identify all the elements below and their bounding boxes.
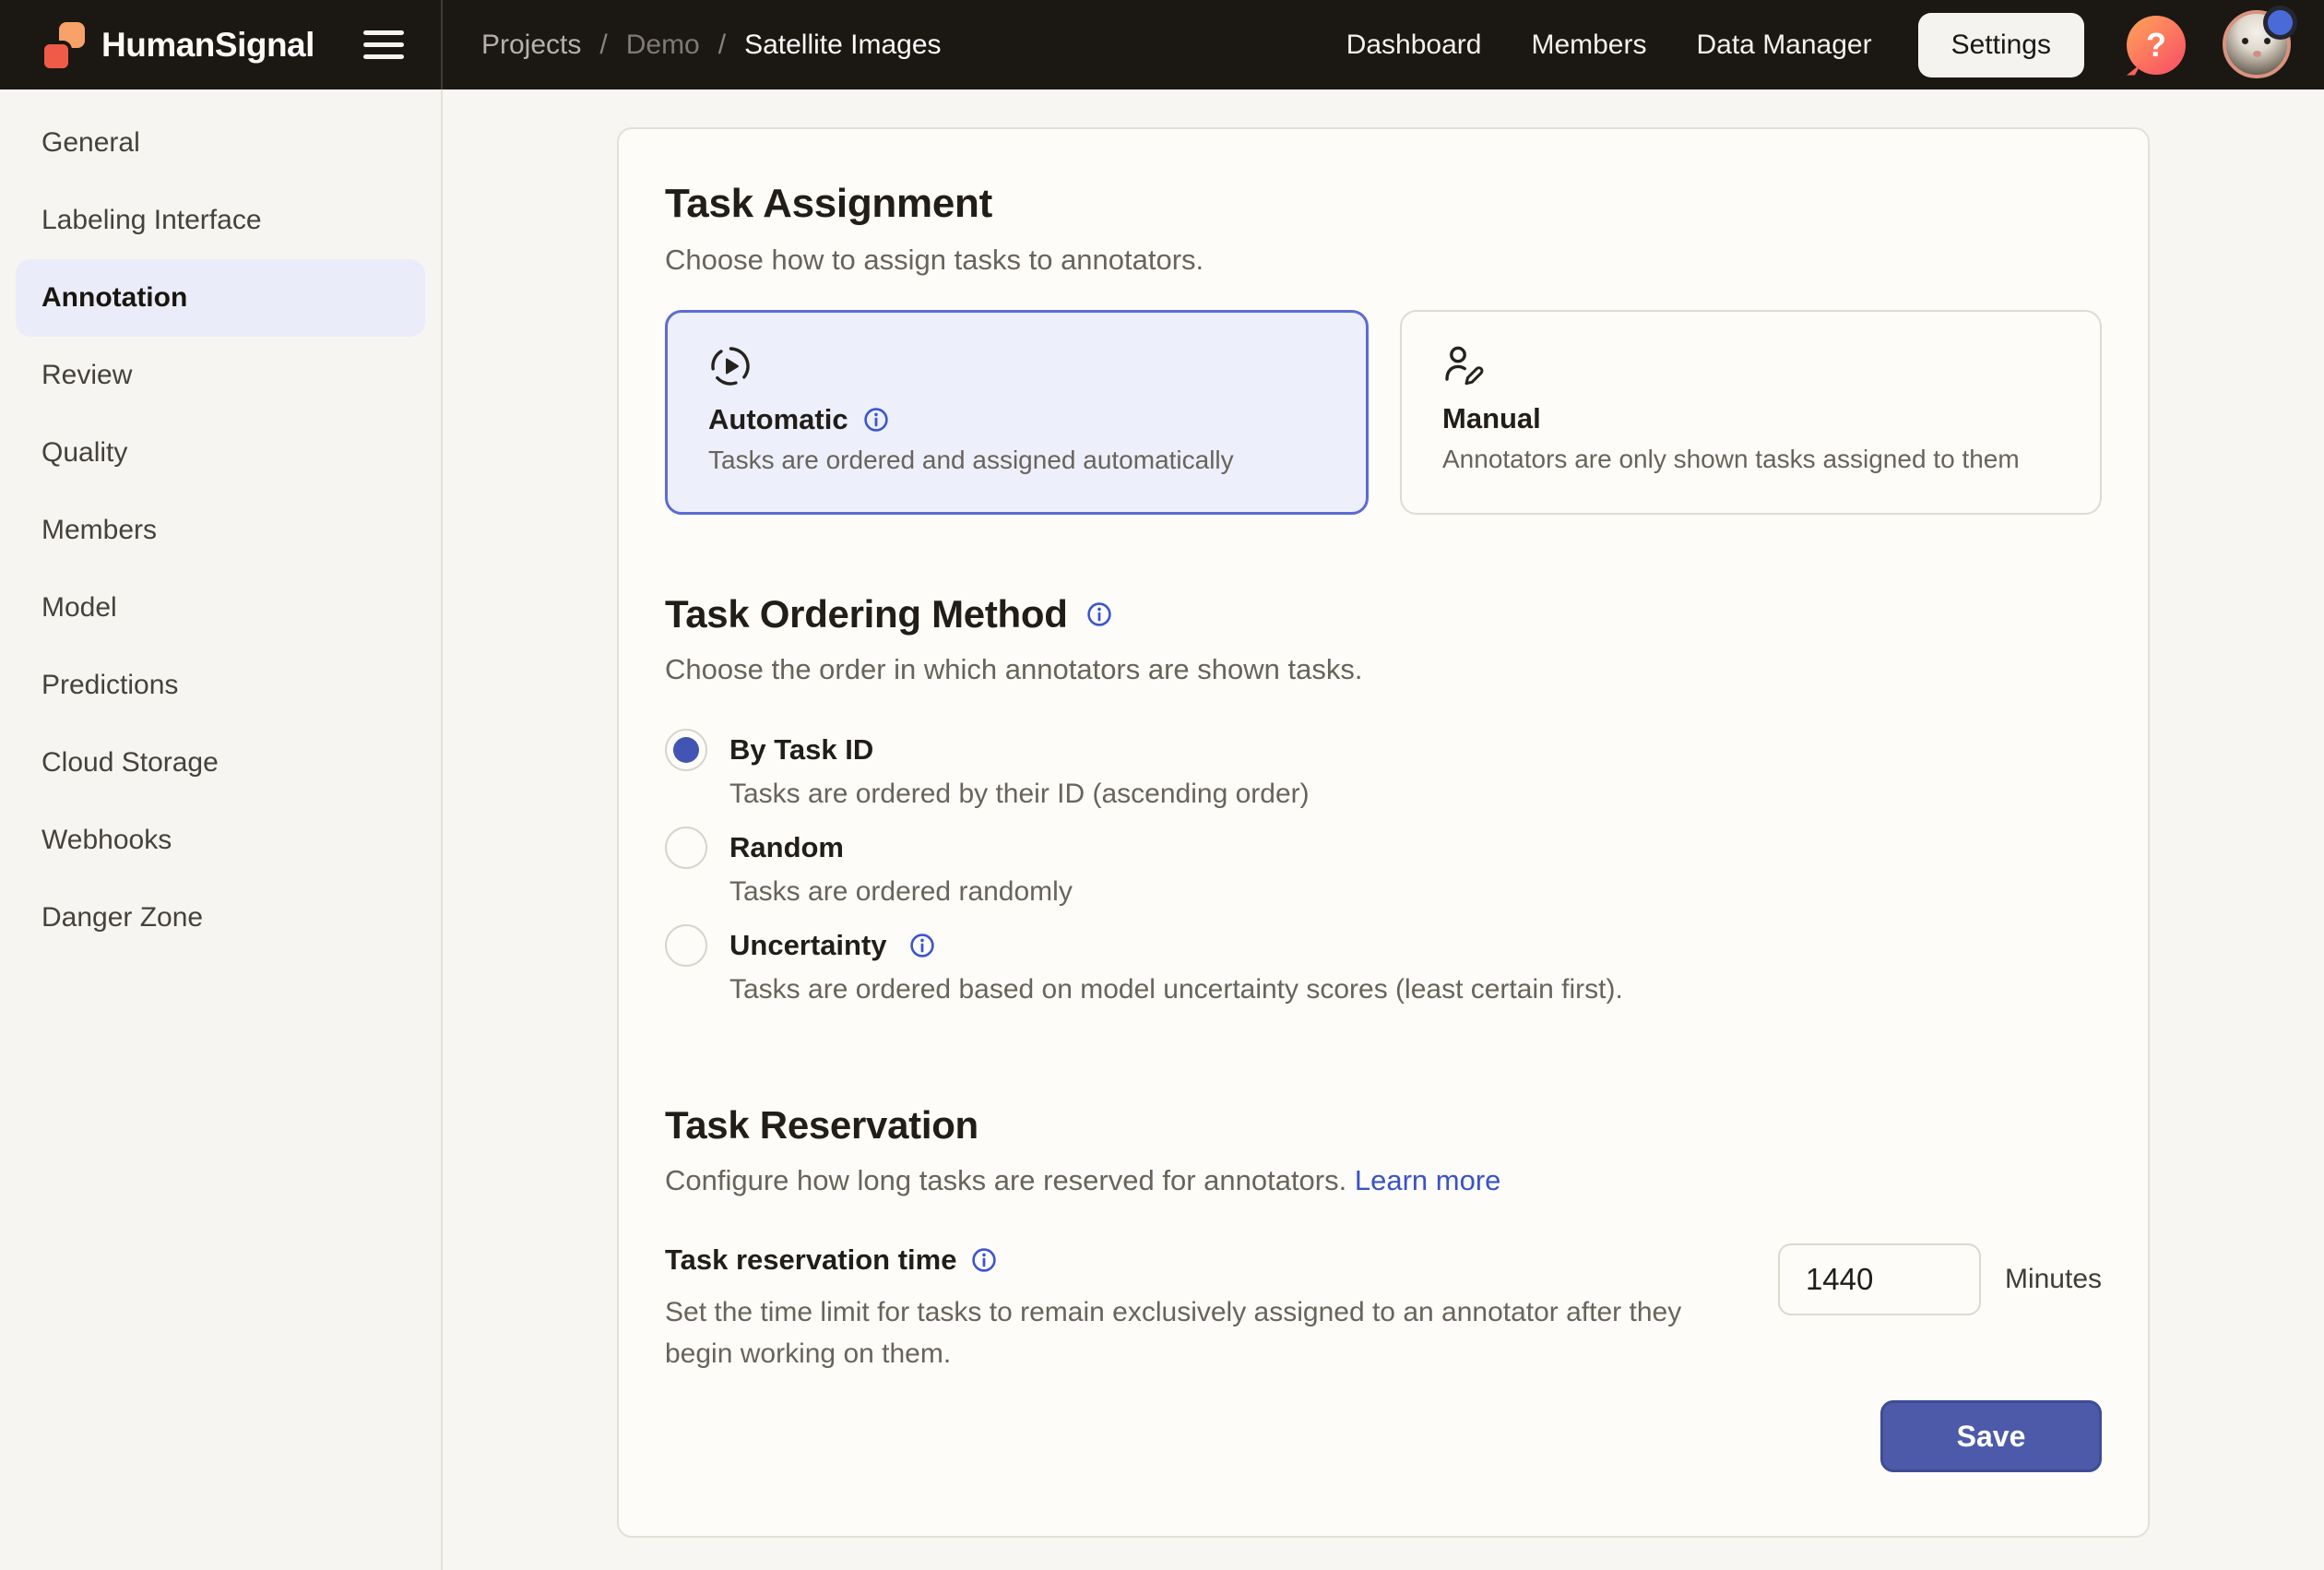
assignment-option-title-row: Automatic <box>708 403 1325 436</box>
breadcrumb-project-name[interactable]: Demo <box>626 30 700 61</box>
page-body: General Labeling Interface Annotation Re… <box>0 89 2324 1570</box>
help-question-mark: ? <box>2146 26 2166 65</box>
annotation-settings-card: Task Assignment Choose how to assign tas… <box>617 127 2150 1538</box>
radio-by-task-id-label[interactable]: By Task ID <box>729 733 873 767</box>
info-icon[interactable] <box>1086 601 1112 627</box>
task-reservation-title: Task Reservation <box>665 1103 978 1148</box>
sidebar-item-review[interactable]: Review <box>16 337 425 414</box>
breadcrumb: Projects / Demo / Satellite Images <box>481 30 942 61</box>
save-button[interactable]: Save <box>1880 1400 2102 1472</box>
topbar-brand-section: HumanSignal <box>0 0 443 89</box>
logo-square-coral <box>41 41 72 72</box>
task-assignment-subtitle: Choose how to assign tasks to annotators… <box>665 244 2102 277</box>
radio-uncertainty-description: Tasks are ordered based on model uncerta… <box>729 974 2102 1005</box>
reservation-field-info: Task reservation time Set the time limit… <box>665 1243 1753 1374</box>
brand-logo[interactable]: HumanSignal <box>39 20 314 70</box>
manual-option-label: Manual <box>1442 402 1541 435</box>
radio-by-task-id[interactable] <box>665 729 707 771</box>
topbar: HumanSignal Projects / Demo / Satellite … <box>0 0 2324 89</box>
sidebar-item-cloud-storage[interactable]: Cloud Storage <box>16 724 425 802</box>
user-menu[interactable] <box>2223 10 2293 80</box>
sidebar-item-members[interactable]: Members <box>16 492 425 569</box>
sidebar-item-danger-zone[interactable]: Danger Zone <box>16 879 425 957</box>
automatic-option-description: Tasks are ordered and assigned automatic… <box>708 446 1325 475</box>
sidebar-item-general[interactable]: General <box>16 104 425 182</box>
reservation-time-description: Set the time limit for tasks to remain e… <box>665 1291 1753 1374</box>
settings-sidebar: General Labeling Interface Annotation Re… <box>0 89 443 1570</box>
reservation-time-label: Task reservation time <box>665 1243 956 1277</box>
nav-dashboard[interactable]: Dashboard <box>1346 30 1482 61</box>
assignment-option-title-row: Manual <box>1442 402 2059 435</box>
save-row: Save <box>665 1400 2102 1472</box>
info-icon[interactable] <box>971 1247 997 1273</box>
main-content: Task Assignment Choose how to assign tas… <box>443 89 2324 1570</box>
notification-badge <box>2263 6 2297 40</box>
nav-data-manager[interactable]: Data Manager <box>1696 30 1871 61</box>
radio-random[interactable] <box>665 827 707 869</box>
radio-uncertainty[interactable] <box>665 924 707 967</box>
assignment-option-automatic[interactable]: Automatic Tasks are ordered and assigned… <box>665 310 1369 515</box>
radio-by-task-id-description: Tasks are ordered by their ID (ascending… <box>729 779 2102 810</box>
settings-button[interactable]: Settings <box>1918 13 2084 77</box>
ordering-option-by-task-id: By Task ID Tasks are ordered by their ID… <box>665 729 2102 810</box>
nav-members[interactable]: Members <box>1531 30 1646 61</box>
task-ordering-heading-row: Task Ordering Method <box>665 592 2102 636</box>
sidebar-item-predictions[interactable]: Predictions <box>16 647 425 724</box>
reservation-time-unit: Minutes <box>2005 1264 2102 1295</box>
info-icon[interactable] <box>909 933 935 958</box>
ordering-option-uncertainty: Uncertainty Tasks are ordered based on m… <box>665 924 2102 1005</box>
radio-line: Random <box>665 827 2102 869</box>
task-assignment-title: Task Assignment <box>665 181 2102 227</box>
ordering-radio-group: By Task ID Tasks are ordered by their ID… <box>665 729 2102 1005</box>
radio-random-description: Tasks are ordered randomly <box>729 876 2102 908</box>
radio-line: Uncertainty <box>665 924 2102 967</box>
reservation-time-input[interactable] <box>1778 1243 1981 1315</box>
sidebar-item-quality[interactable]: Quality <box>16 414 425 492</box>
circle-play-icon <box>708 344 753 388</box>
assignment-option-manual[interactable]: Manual Annotators are only shown tasks a… <box>1400 310 2102 515</box>
task-reservation-heading-row: Task Reservation <box>665 1103 2102 1148</box>
ordering-option-random: Random Tasks are ordered randomly <box>665 827 2102 908</box>
task-ordering-subtitle: Choose the order in which annotators are… <box>665 653 2102 686</box>
app-root: HumanSignal Projects / Demo / Satellite … <box>0 0 2324 1570</box>
task-reservation-subtitle-text: Configure how long tasks are reserved fo… <box>665 1164 1346 1196</box>
topbar-nav: Dashboard Members Data Manager Settings … <box>1297 10 2293 80</box>
breadcrumb-projects[interactable]: Projects <box>481 30 581 61</box>
task-reservation-subtitle: Configure how long tasks are reserved fo… <box>665 1164 2102 1197</box>
sidebar-item-labeling-interface[interactable]: Labeling Interface <box>16 182 425 259</box>
automatic-option-label: Automatic <box>708 403 848 436</box>
sidebar-item-annotation[interactable]: Annotation <box>16 259 425 337</box>
menu-icon[interactable] <box>363 30 404 59</box>
reservation-field-row: Task reservation time Set the time limit… <box>665 1243 2102 1374</box>
info-icon[interactable] <box>863 407 889 433</box>
learn-more-link[interactable]: Learn more <box>1355 1164 1501 1196</box>
task-ordering-title: Task Ordering Method <box>665 592 1068 636</box>
user-pen-icon <box>1442 343 1487 387</box>
radio-random-label[interactable]: Random <box>729 831 844 864</box>
assignment-options: Automatic Tasks are ordered and assigned… <box>665 310 2102 515</box>
brand-name: HumanSignal <box>101 26 314 65</box>
reservation-label-row: Task reservation time <box>665 1243 1753 1277</box>
radio-uncertainty-label[interactable]: Uncertainty <box>729 929 887 962</box>
sidebar-item-webhooks[interactable]: Webhooks <box>16 802 425 879</box>
reservation-input-group: Minutes <box>1778 1243 2102 1315</box>
sidebar-item-model[interactable]: Model <box>16 569 425 647</box>
breadcrumb-separator: / <box>718 30 726 61</box>
radio-line: By Task ID <box>665 729 2102 771</box>
help-icon[interactable]: ? <box>2127 16 2186 75</box>
breadcrumb-separator: / <box>599 30 607 61</box>
humansignal-logo-icon <box>39 20 89 70</box>
manual-option-description: Annotators are only shown tasks assigned… <box>1442 445 2059 474</box>
breadcrumb-current-page: Satellite Images <box>744 30 941 61</box>
